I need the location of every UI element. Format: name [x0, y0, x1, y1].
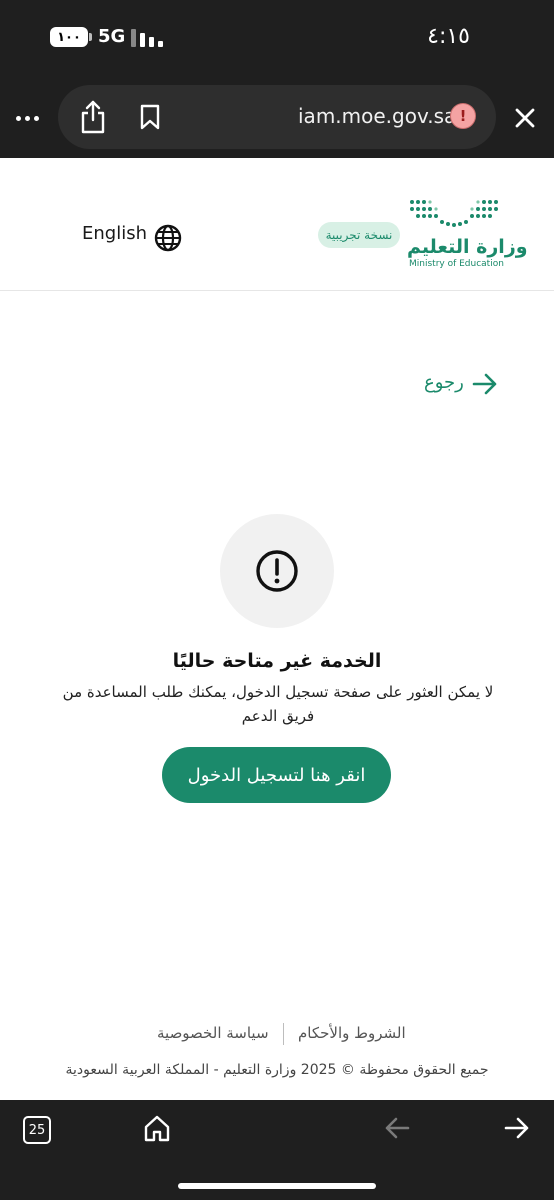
privacy-link[interactable]: سياسة الخصوصية	[157, 1024, 269, 1042]
signal-icon	[131, 29, 163, 47]
arrow-left-icon[interactable]	[384, 1116, 410, 1140]
arrow-forward-icon[interactable]	[504, 1116, 530, 1140]
close-icon[interactable]	[513, 106, 537, 130]
language-toggle[interactable]: English	[82, 223, 147, 244]
logo-english-text: Ministry of Education	[409, 259, 504, 269]
back-link[interactable]: رجوع	[424, 372, 464, 393]
home-indicator	[178, 1183, 376, 1189]
clock: ٤:١٥	[427, 24, 470, 49]
arrow-right-icon[interactable]	[472, 372, 498, 396]
battery-indicator: ١٠٠	[50, 27, 92, 47]
tabs-button[interactable]: 25	[23, 1116, 51, 1144]
status-bar: ١٠٠ 5G ٤:١٥	[0, 0, 554, 78]
network-type: 5G	[98, 26, 126, 47]
copyright-text: جميع الحقوق محفوظة © 2025 وزارة التعليم …	[65, 1062, 489, 1078]
browser-chrome: ١٠٠ 5G ٤:١٥ iam.moe.gov.sa !	[0, 0, 554, 158]
error-message: لا يمكن العثور على صفحة تسجيل الدخول، يم…	[62, 683, 494, 725]
logo-arabic-text: وزارة التعليم	[407, 236, 528, 258]
home-icon[interactable]	[143, 1114, 171, 1142]
footer-divider	[283, 1023, 284, 1045]
share-icon[interactable]	[78, 99, 108, 135]
globe-icon[interactable]	[154, 224, 182, 252]
language-label[interactable]: English	[82, 223, 147, 244]
terms-link[interactable]: الشروط والأحكام	[298, 1024, 406, 1042]
login-button[interactable]: انقر هنا لتسجيل الدخول	[162, 747, 391, 803]
beta-badge: نسخة تجريبية	[318, 222, 400, 248]
menu-dots-icon[interactable]	[14, 104, 42, 132]
alert-circle-icon	[256, 550, 298, 592]
url-text[interactable]: iam.moe.gov.sa	[298, 104, 456, 128]
security-warning-icon[interactable]: !	[450, 103, 476, 129]
bookmark-icon[interactable]	[138, 104, 162, 130]
page-title: الخدمة غير متاحة حاليًا	[172, 650, 382, 672]
